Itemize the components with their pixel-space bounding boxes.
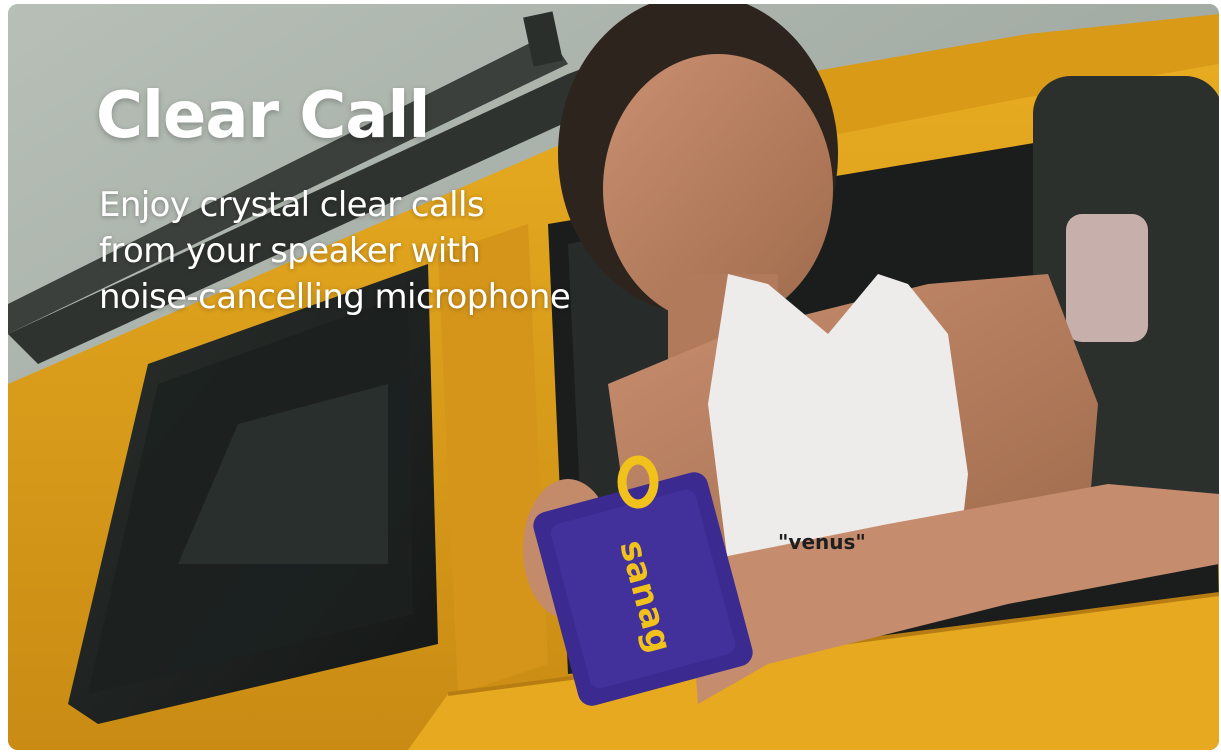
banner-subtext: Enjoy crystal clear calls from your spea…: [99, 182, 571, 320]
promo-banner: sanag "venus" Clear Call Enjoy crystal c…: [8, 4, 1219, 750]
banner-subtext-line: noise-cancelling microphone: [99, 277, 571, 317]
banner-subtext-line: Enjoy crystal clear calls: [99, 185, 485, 225]
banner-subtext-line: from your speaker with: [99, 231, 481, 271]
banner-headline: Clear Call: [96, 79, 430, 153]
speaker-brand-label: sanag: [611, 536, 679, 657]
shirt-print-text: "venus": [778, 530, 866, 554]
